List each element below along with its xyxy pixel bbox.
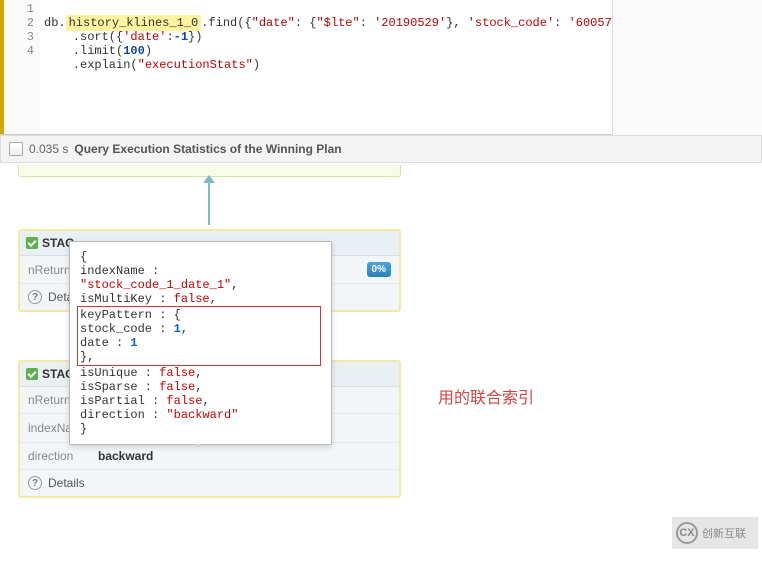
editor-margin <box>612 0 762 135</box>
help-icon: ? <box>28 476 42 490</box>
status-title: Query Execution Statistics of the Winnin… <box>74 142 341 156</box>
keypattern-highlight: keyPattern : { stock_code : 1, date : 1 … <box>77 306 321 366</box>
status-bar: 0.035 s Query Execution Statistics of th… <box>0 135 762 163</box>
watermark-logo-icon: CX <box>676 522 698 544</box>
details-row[interactable]: ? Details <box>20 470 399 496</box>
execution-time: 0.035 s <box>29 142 68 156</box>
help-icon: ? <box>28 290 42 304</box>
index-tooltip: { indexName : "stock_code_1_date_1", isM… <box>69 241 332 445</box>
check-icon <box>26 237 38 249</box>
line-gutter: 1 2 3 4 <box>0 0 40 134</box>
stats-icon <box>9 142 23 156</box>
annotation-compound-index: 用的联合索引 <box>438 384 534 408</box>
plan-arrow <box>0 177 762 225</box>
check-icon <box>26 368 38 380</box>
percent-badge: 0% <box>367 262 391 277</box>
watermark: CX 创新互联 <box>672 517 758 549</box>
direction-row: direction backward <box>20 443 399 470</box>
collection-highlight: history_klines_1_0 <box>66 15 202 31</box>
